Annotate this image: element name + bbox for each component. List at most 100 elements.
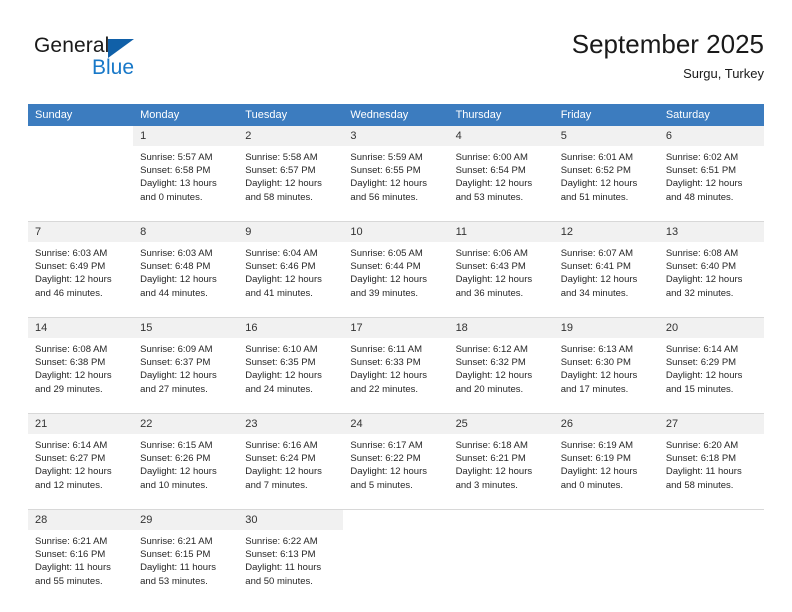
day-detail-line: Sunrise: 6:19 AM (560, 440, 634, 451)
day-detail-line: Sunrise: 6:14 AM (665, 344, 739, 355)
day-detail-line: Sunset: 6:22 PM (350, 453, 421, 465)
day-detail-line: and 56 minutes. (350, 191, 419, 203)
day-detail-line: Sunrise: 6:03 AM (35, 248, 108, 259)
calendar-day-cell[interactable]: 20 Sunrise: 6:14 AM Sunset: 6:29 PM Dayligh… (658, 317, 764, 414)
day-number: 3 (343, 126, 449, 146)
calendar-day-cell[interactable]: 7 Sunrise: 6:03 AM Sunset: 6:49 PM Daylight… (28, 221, 134, 318)
day-detail-line: Sunset: 6:52 PM (560, 165, 631, 177)
day-detail-line: Sunset: 6:37 PM (140, 357, 211, 369)
weekday-header-friday: Friday (553, 104, 659, 126)
calendar-day-cell[interactable]: 2 Sunrise: 5:58 AM Sunset: 6:57 PM Daylight… (238, 126, 344, 222)
calendar-day-cell[interactable]: 1 Sunrise: 5:57 AM Sunset: 6:58 PM Daylight… (133, 126, 239, 222)
calendar-day-cell[interactable]: 6 Sunrise: 6:02 AM Sunset: 6:51 PM Daylight… (658, 126, 764, 222)
calendar-day-cell[interactable]: 25 Sunrise: 6:18 AM Sunset: 6:21 PM Dayligh… (448, 413, 554, 510)
day-number: 7 (28, 222, 134, 242)
calendar-day-cell[interactable]: 17 Sunrise: 6:11 AM Sunset: 6:33 PM Dayligh… (343, 317, 449, 414)
calendar-day-cell[interactable]: 29 Sunrise: 6:21 AM Sunset: 6:15 PM Dayligh… (133, 509, 239, 605)
calendar-day-cell[interactable]: 14 Sunrise: 6:08 AM Sunset: 6:38 PM Dayligh… (28, 317, 134, 414)
weekday-header-row: Sunday Monday Tuesday Wednesday Thursday… (28, 104, 764, 126)
calendar-day-cell[interactable]: 10 Sunrise: 6:05 AM Sunset: 6:44 PM Dayligh… (343, 221, 449, 318)
day-detail-line: Sunrise: 6:12 AM (455, 344, 528, 355)
day-detail-line: and 12 minutes. (35, 479, 103, 491)
day-details: Sunrise: 6:00 AM Sunset: 6:54 PM Daylight:… (449, 146, 554, 221)
day-detail-line: Daylight: 12 hours (560, 466, 638, 478)
calendar-day-cell[interactable]: 12 Sunrise: 6:07 AM Sunset: 6:41 PM Dayligh… (553, 221, 659, 318)
calendar-day-cell[interactable]: 16 Sunrise: 6:10 AM Sunset: 6:35 PM Dayligh… (238, 317, 344, 414)
day-detail-line: Sunset: 6:29 PM (665, 357, 737, 369)
calendar-day-cell[interactable]: 8 Sunrise: 6:03 AM Sunset: 6:48 PM Daylight… (133, 221, 239, 318)
weekday-header-monday: Monday (133, 104, 239, 126)
day-detail-line: Daylight: 12 hours (560, 274, 638, 286)
day-detail-line: Sunset: 6:19 PM (560, 453, 631, 465)
day-details: Sunrise: 6:14 AM Sunset: 6:29 PM Daylight:… (659, 338, 764, 413)
calendar-day-cell[interactable]: 11 Sunrise: 6:06 AM Sunset: 6:43 PM Dayligh… (448, 221, 554, 318)
day-details: Sunrise: 6:11 AM Sunset: 6:33 PM Daylight:… (343, 338, 448, 413)
day-detail-line: Sunrise: 6:13 AM (560, 344, 634, 355)
day-detail-line: Daylight: 12 hours (350, 178, 427, 190)
day-detail-line: Sunset: 6:30 PM (560, 357, 631, 369)
day-detail-line: and 58 minutes. (665, 479, 734, 491)
day-number: 18 (448, 318, 554, 338)
calendar-day-cell[interactable]: 26 Sunrise: 6:19 AM Sunset: 6:19 PM Dayligh… (553, 413, 659, 510)
day-detail-line: Sunset: 6:13 PM (245, 549, 316, 561)
day-number: 2 (238, 126, 344, 146)
calendar-day-cell[interactable]: 4 Sunrise: 6:00 AM Sunset: 6:54 PM Daylight… (448, 126, 554, 222)
day-number: 28 (28, 510, 134, 530)
calendar-day-cell[interactable]: 24 Sunrise: 6:17 AM Sunset: 6:22 PM Dayligh… (343, 413, 449, 510)
calendar-day-cell[interactable]: 15 Sunrise: 6:09 AM Sunset: 6:37 PM Dayligh… (133, 317, 239, 414)
day-detail-line: and 22 minutes. (350, 383, 419, 395)
calendar-day-cell[interactable]: 21 Sunrise: 6:14 AM Sunset: 6:27 PM Dayligh… (28, 413, 134, 510)
calendar-day-cell[interactable]: 22 Sunrise: 6:15 AM Sunset: 6:26 PM Dayligh… (133, 413, 239, 510)
day-detail-line: Daylight: 12 hours (455, 274, 533, 286)
day-detail-line: Sunrise: 6:15 AM (140, 440, 213, 451)
brand-logo[interactable]: General Blue (34, 34, 194, 90)
day-detail-line: and 51 minutes. (560, 191, 629, 203)
day-detail-line: Daylight: 12 hours (350, 370, 427, 382)
day-details: Sunrise: 6:13 AM Sunset: 6:30 PM Daylight:… (554, 338, 659, 413)
calendar-day-cell[interactable]: 5 Sunrise: 6:01 AM Sunset: 6:52 PM Daylight… (553, 126, 659, 222)
title-block: September 2025 Surgu, Turkey (572, 28, 764, 84)
day-detail-line: Sunset: 6:43 PM (455, 261, 526, 273)
day-detail-line: Daylight: 12 hours (35, 370, 112, 382)
calendar-day-cell[interactable]: 13 Sunrise: 6:08 AM Sunset: 6:40 PM Dayligh… (658, 221, 764, 318)
day-details (343, 530, 448, 605)
day-number: 29 (133, 510, 239, 530)
day-detail-line: Sunrise: 6:08 AM (665, 248, 739, 259)
day-details (449, 530, 554, 605)
day-detail-line: and 0 minutes. (140, 191, 203, 203)
day-detail-line: Daylight: 12 hours (560, 370, 638, 382)
day-detail-line: Sunrise: 6:10 AM (245, 344, 318, 355)
day-number: 4 (448, 126, 554, 146)
day-number (658, 510, 764, 530)
day-detail-line: Daylight: 12 hours (140, 274, 217, 286)
day-detail-line: Daylight: 11 hours (245, 562, 322, 574)
day-detail-line: Daylight: 12 hours (245, 370, 322, 382)
calendar-day-cell[interactable]: 27 Sunrise: 6:20 AM Sunset: 6:18 PM Dayligh… (658, 413, 764, 510)
page-subtitle: Surgu, Turkey (683, 66, 764, 81)
day-number (28, 126, 134, 146)
day-detail-line: and 55 minutes. (35, 575, 103, 587)
calendar-day-cell[interactable]: 3 Sunrise: 5:59 AM Sunset: 6:55 PM Daylight… (343, 126, 449, 222)
day-detail-line: Sunrise: 5:59 AM (350, 152, 423, 163)
day-detail-line: and 0 minutes. (560, 479, 624, 491)
day-number: 14 (28, 318, 134, 338)
day-details: Sunrise: 5:57 AM Sunset: 6:58 PM Daylight:… (133, 146, 238, 221)
day-detail-line: Sunrise: 6:17 AM (350, 440, 423, 451)
day-details: Sunrise: 6:15 AM Sunset: 6:26 PM Daylight:… (133, 434, 238, 509)
calendar-empty-cell (448, 509, 554, 605)
calendar-day-cell[interactable]: 30 Sunrise: 6:22 AM Sunset: 6:13 PM Dayligh… (238, 509, 344, 605)
weekday-header-thursday: Thursday (448, 104, 554, 126)
calendar-day-cell[interactable]: 23 Sunrise: 6:16 AM Sunset: 6:24 PM Dayligh… (238, 413, 344, 510)
calendar-day-cell[interactable]: 28 Sunrise: 6:21 AM Sunset: 6:16 PM Dayligh… (28, 509, 134, 605)
day-detail-line: Sunset: 6:44 PM (350, 261, 421, 273)
calendar-week-row: 1 Sunrise: 5:57 AM Sunset: 6:58 PM Daylight… (28, 126, 764, 222)
day-detail-line: Sunrise: 6:06 AM (455, 248, 528, 259)
calendar-day-cell[interactable]: 18 Sunrise: 6:12 AM Sunset: 6:32 PM Dayligh… (448, 317, 554, 414)
day-detail-line: Daylight: 12 hours (140, 370, 217, 382)
day-detail-line: and 48 minutes. (665, 191, 734, 203)
calendar-day-cell[interactable]: 9 Sunrise: 6:04 AM Sunset: 6:46 PM Daylight… (238, 221, 344, 318)
day-number: 13 (658, 222, 764, 242)
calendar-week-row: 7 Sunrise: 6:03 AM Sunset: 6:49 PM Daylight… (28, 221, 764, 318)
day-number: 8 (133, 222, 239, 242)
calendar-day-cell[interactable]: 19 Sunrise: 6:13 AM Sunset: 6:30 PM Dayligh… (553, 317, 659, 414)
